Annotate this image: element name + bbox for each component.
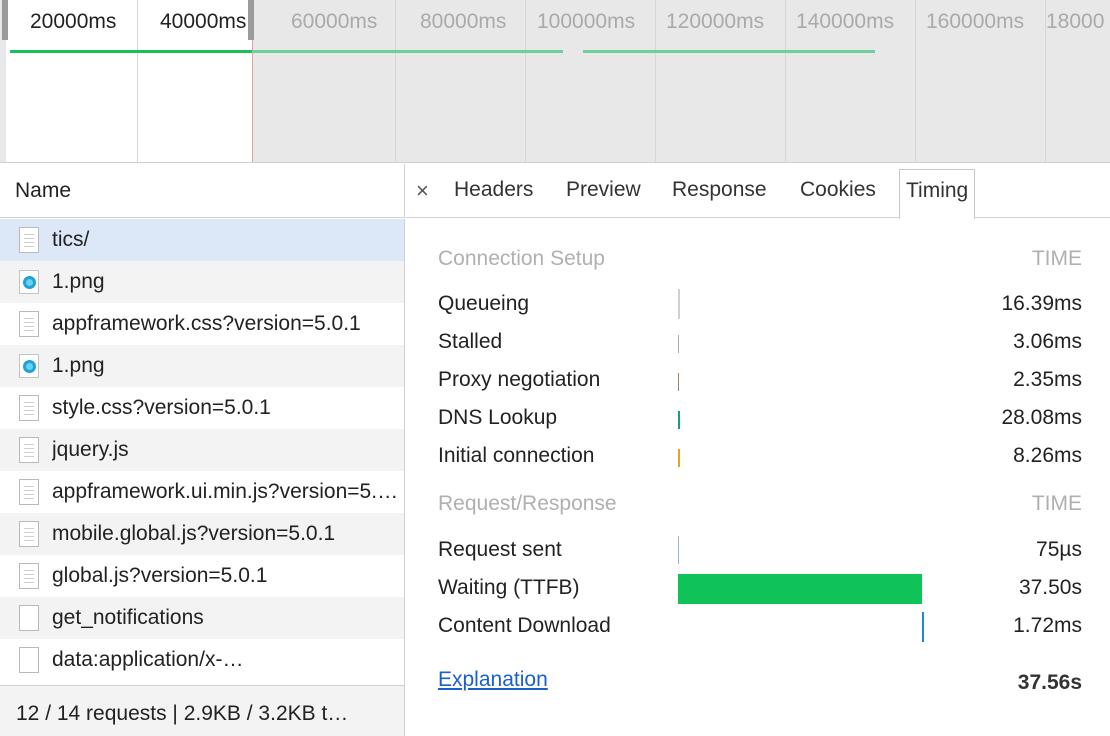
load-marker xyxy=(252,40,253,162)
overview-tick: 140000ms xyxy=(796,10,895,33)
overview-right-handle[interactable] xyxy=(248,0,254,40)
request-bar xyxy=(583,50,875,53)
requests-status-bar: 12 / 14 requests | 2.9KB / 3.2KB t… xyxy=(0,685,405,736)
request-row[interactable]: global.js?version=5.0.1 xyxy=(0,555,404,597)
document-icon xyxy=(19,521,39,547)
request-name: get_notifications xyxy=(52,606,204,629)
timing-label: Content Download xyxy=(438,614,611,637)
request-row[interactable]: 1.png xyxy=(0,261,404,303)
name-column-header[interactable]: Name xyxy=(0,164,405,218)
overview-tick: 60000ms xyxy=(291,10,378,33)
overview-tick: 40000ms xyxy=(160,10,247,33)
grid-line xyxy=(137,0,138,162)
request-name: style.css?version=5.0.1 xyxy=(52,396,271,419)
timing-label: Proxy negotiation xyxy=(438,368,601,391)
request-row[interactable]: appframework.css?version=5.0.1 xyxy=(0,303,404,345)
request-list[interactable]: tics/ 1.png appframework.css?version=5.0… xyxy=(0,219,405,685)
request-name: 1.png xyxy=(52,270,105,293)
explanation-link[interactable]: Explanation xyxy=(438,668,548,692)
document-icon xyxy=(19,227,39,253)
timing-label: Request sent xyxy=(438,538,562,561)
grid-line xyxy=(915,0,916,162)
timing-panel: Connection Setup TIME Queueing 16.39ms S… xyxy=(406,219,1110,736)
timing-value: 37.50s xyxy=(1018,576,1082,599)
request-name: global.js?version=5.0.1 xyxy=(52,564,268,587)
dns-lookup-bar xyxy=(678,411,680,429)
grid-line xyxy=(655,0,656,162)
timing-value: 1.72ms xyxy=(1013,614,1082,637)
initial-connection-bar xyxy=(678,449,680,467)
blank-file-icon xyxy=(19,605,39,631)
timing-value: 2.35ms xyxy=(1013,368,1082,391)
request-response-heading: Request/Response xyxy=(438,492,617,515)
request-sent-bar xyxy=(678,536,679,564)
timing-label: Queueing xyxy=(438,292,530,315)
tab-preview[interactable]: Preview xyxy=(566,178,641,202)
overview-left-handle[interactable] xyxy=(2,0,8,40)
request-row[interactable]: data:application/x-… xyxy=(0,639,404,681)
request-name: appframework.css?version=5.0.1 xyxy=(52,312,361,335)
request-bar xyxy=(253,50,563,53)
request-bar xyxy=(10,50,253,53)
stalled-bar xyxy=(678,335,679,353)
blank-file-icon xyxy=(19,647,39,673)
document-icon xyxy=(19,395,39,421)
document-icon xyxy=(19,563,39,589)
timing-value: 3.06ms xyxy=(1013,330,1082,353)
document-icon xyxy=(19,437,39,463)
proxy-negotiation-bar xyxy=(678,373,679,391)
request-row[interactable]: tics/ xyxy=(0,219,404,261)
waiting-ttfb-bar xyxy=(678,574,922,604)
request-name: mobile.global.js?version=5.0.1 xyxy=(52,522,336,545)
document-icon xyxy=(19,311,39,337)
tab-timing[interactable]: Timing xyxy=(899,169,976,219)
queueing-bar xyxy=(678,289,680,319)
tab-headers[interactable]: Headers xyxy=(454,178,533,202)
request-row[interactable]: appframework.ui.min.js?version=5.0.1 xyxy=(0,471,404,513)
overview-tick: 80000ms xyxy=(420,10,507,33)
request-row[interactable]: style.css?version=5.0.1 xyxy=(0,387,404,429)
request-name: jquery.js xyxy=(52,438,129,461)
image-icon xyxy=(19,354,39,378)
request-name: 1.png xyxy=(52,354,105,377)
timing-label: Waiting (TTFB) xyxy=(438,576,580,599)
timing-value: 28.08ms xyxy=(1001,406,1082,429)
request-name: data:application/x-… xyxy=(52,648,244,671)
timing-label: Stalled xyxy=(438,330,503,353)
timeline-overview[interactable]: 20000ms 40000ms 60000ms 80000ms 100000ms… xyxy=(0,0,1110,163)
request-name: tics/ xyxy=(52,228,90,251)
details-tab-bar: × Headers Preview Response Cookies Timin… xyxy=(406,164,1110,219)
connection-setup-heading: Connection Setup xyxy=(438,247,605,270)
content-download-bar xyxy=(922,612,924,642)
request-row[interactable]: jquery.js xyxy=(0,429,404,471)
grid-line xyxy=(525,0,526,162)
overview-tick: 20000ms xyxy=(30,10,117,33)
requests-summary: 12 / 14 requests | 2.9KB / 3.2KB t… xyxy=(16,702,349,725)
overview-tick: 18000 xyxy=(1046,10,1105,33)
request-time-header: TIME xyxy=(1031,492,1082,515)
tab-response[interactable]: Response xyxy=(672,178,767,202)
total-time: 37.56s xyxy=(1017,671,1082,694)
timing-value: 75µs xyxy=(1036,538,1082,561)
grid-line xyxy=(785,0,786,162)
document-icon xyxy=(19,479,39,505)
timing-label: Initial connection xyxy=(438,444,595,467)
overview-tick: 160000ms xyxy=(926,10,1025,33)
tab-cookies[interactable]: Cookies xyxy=(800,178,876,202)
image-icon xyxy=(19,270,39,294)
connection-time-header: TIME xyxy=(1031,247,1082,270)
overview-tick: 100000ms xyxy=(537,10,636,33)
request-row[interactable]: get_notifications xyxy=(0,597,404,639)
close-icon[interactable]: × xyxy=(416,178,429,204)
name-column-label: Name xyxy=(15,179,72,202)
timing-value: 16.39ms xyxy=(1001,292,1082,315)
overview-tick: 120000ms xyxy=(666,10,765,33)
request-name: appframework.ui.min.js?version=5.0.1 xyxy=(52,480,400,503)
request-row[interactable]: 1.png xyxy=(0,345,404,387)
timing-value: 8.26ms xyxy=(1013,444,1082,467)
request-row[interactable]: mobile.global.js?version=5.0.1 xyxy=(0,513,404,555)
timing-label: DNS Lookup xyxy=(438,406,558,429)
grid-line xyxy=(395,0,396,162)
